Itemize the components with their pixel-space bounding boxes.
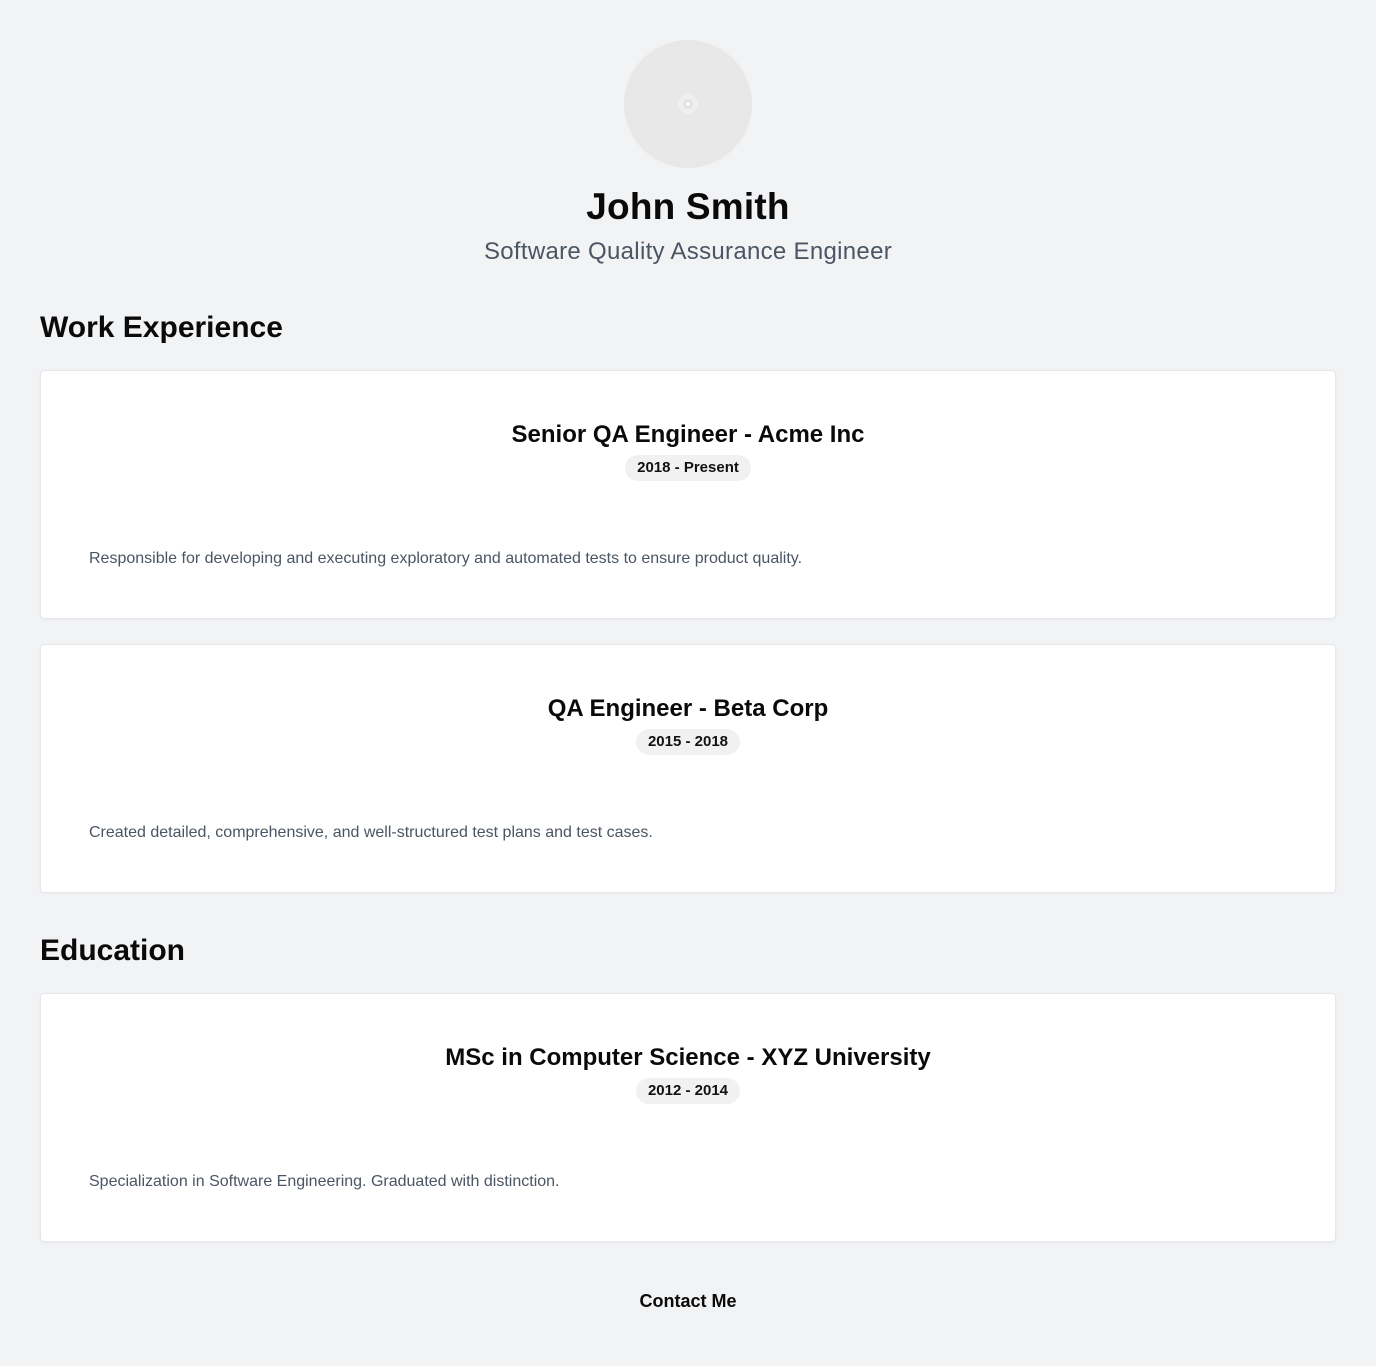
date-badge: 2015 - 2018 xyxy=(635,729,741,755)
resume-page: John Smith Software Quality Assurance En… xyxy=(0,0,1376,1366)
work-experience-card: Senior QA Engineer - Acme Inc 2018 - Pre… xyxy=(40,370,1336,619)
date-badge: 2018 - Present xyxy=(625,455,751,481)
user-avatar-placeholder-icon xyxy=(678,94,698,114)
work-experience-heading: Work Experience xyxy=(40,311,283,344)
avatar xyxy=(624,40,752,168)
profile-header: John Smith Software Quality Assurance En… xyxy=(40,40,1336,267)
job-description: Responsible for developing and executing… xyxy=(89,550,803,567)
education-heading: Education xyxy=(40,934,186,967)
contact-me-button[interactable]: Contact Me xyxy=(639,1290,736,1312)
profile-name: John Smith xyxy=(586,186,790,227)
profile-title: Software Quality Assurance Engineer xyxy=(483,238,893,265)
education-description: Specialization in Software Engineering. … xyxy=(89,1173,560,1190)
education-section: Education MSc in Computer Science - XYZ … xyxy=(40,933,1336,1242)
date-badge: 2012 - 2014 xyxy=(635,1078,741,1104)
job-description: Created detailed, comprehensive, and wel… xyxy=(89,824,653,841)
contact-section: Contact Me xyxy=(40,1290,1336,1312)
job-title: Senior QA Engineer - Acme Inc xyxy=(511,421,865,448)
education-card: MSc in Computer Science - XYZ University… xyxy=(40,993,1336,1242)
job-title: QA Engineer - Beta Corp xyxy=(547,695,829,722)
degree-title: MSc in Computer Science - XYZ University xyxy=(445,1044,931,1071)
work-experience-card: QA Engineer - Beta Corp 2015 - 2018 Crea… xyxy=(40,644,1336,893)
work-experience-section: Work Experience Senior QA Engineer - Acm… xyxy=(40,310,1336,893)
